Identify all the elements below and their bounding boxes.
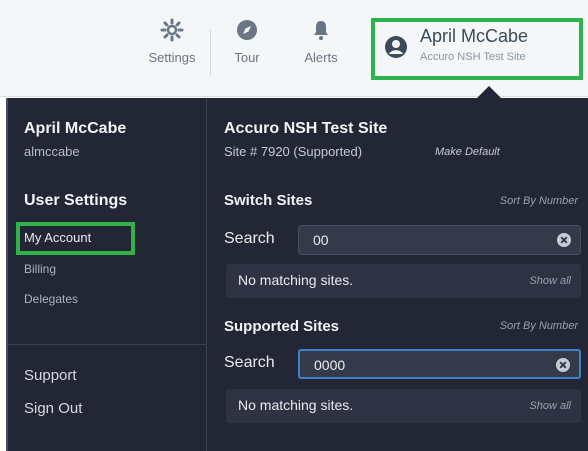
supported-sort-by-number-link[interactable]: Sort By Number [500,320,578,332]
menu-divider [8,344,206,345]
menu-user-name: April McCabe [24,120,127,137]
clear-icon[interactable] [557,233,571,247]
make-default-link[interactable]: Make Default [435,146,500,158]
user-circle-icon[interactable] [384,35,408,59]
billing-link[interactable]: Billing [24,262,56,276]
switch-search-label: Search [224,230,275,247]
settings-label: Settings [148,50,196,65]
dropdown-caret [477,86,501,98]
sign-out-link[interactable]: Sign Out [24,400,82,417]
switch-search-value: 00 [313,232,329,248]
top-navigation-bar: Settings Tour Alerts April McCabe Accuro… [0,0,588,98]
current-site-label[interactable]: Accuro NSH Test Site [420,51,578,63]
switch-sites-results: No matching sites. Show all [226,264,581,298]
supported-sites-results: No matching sites. Show all [226,389,581,423]
supported-sites-heading: Supported Sites [224,318,340,335]
settings-nav-item[interactable]: Settings [140,18,204,65]
switch-sites-search-input[interactable]: 00 [298,225,581,255]
site-title: Accuro NSH Test Site [224,120,388,137]
user-name-button[interactable]: April McCabe [420,26,528,47]
alerts-label: Alerts [304,50,338,65]
switch-no-results-text: No matching sites. [238,272,354,288]
user-dropdown-panel: April McCabe almccabe User Settings My A… [6,98,588,451]
delegates-link[interactable]: Delegates [24,292,78,306]
nav-separator [210,30,211,76]
bell-icon [314,21,328,40]
alerts-nav-item[interactable]: Alerts [292,18,350,65]
supported-search-label: Search [224,354,275,371]
clear-icon[interactable] [556,358,570,372]
column-divider [206,98,207,451]
supported-show-all-link[interactable]: Show all [529,400,571,412]
tour-label: Tour [234,50,260,65]
switch-show-all-link[interactable]: Show all [529,275,571,287]
user-settings-heading: User Settings [24,192,128,209]
supported-no-results-text: No matching sites. [238,397,354,413]
my-account-link[interactable]: My Account [24,230,91,245]
supported-search-value: 0000 [314,357,346,373]
user-menu-column: April McCabe almccabe User Settings My A… [8,98,206,451]
gear-icon [160,18,184,42]
site-number: Site # 7920 (Supported) [224,144,363,159]
supported-sites-search-input[interactable]: 0000 [298,349,581,379]
switch-sites-heading: Switch Sites [224,192,313,209]
tour-nav-item[interactable]: Tour [222,18,272,65]
menu-username: almccabe [24,144,80,159]
compass-icon [237,20,257,40]
switch-sort-by-number-link[interactable]: Sort By Number [500,195,578,207]
support-link[interactable]: Support [24,367,77,384]
